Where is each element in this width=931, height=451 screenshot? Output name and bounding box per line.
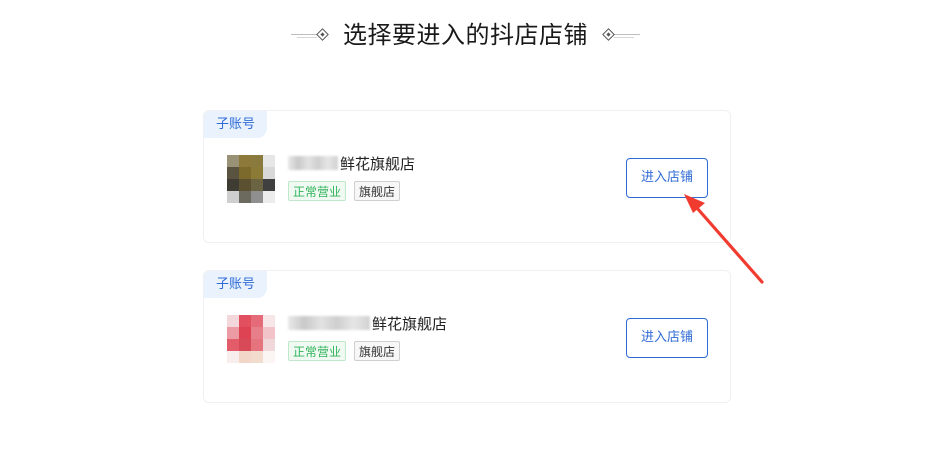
title-ornament-left-icon [291,28,331,42]
shop-badges: 正常营业 旗舰店 [288,181,401,201]
shop-type-badge: 旗舰店 [354,341,401,361]
page-title: 选择要进入的抖店店铺 [343,21,588,49]
shop-name: 鲜花旗舰店 [372,314,448,333]
enter-shop-button[interactable]: 进入店铺 [626,158,708,198]
account-type-tag: 子账号 [204,111,268,138]
shop-card: 子账号 鲜花旗舰店 正常营业 旗舰店 进入店铺 [203,110,731,243]
account-type-tag: 子账号 [204,271,268,298]
shop-avatar [227,315,275,363]
shop-avatar [227,155,275,203]
shop-name: 鲜花旗舰店 [340,154,416,173]
status-badge: 正常营业 [288,181,347,201]
shop-card: 子账号 鲜花旗舰店 正常营业 旗舰店 进入店铺 [203,270,731,403]
shop-badges: 正常营业 旗舰店 [288,341,401,361]
status-badge: 正常营业 [288,341,347,361]
redacted-shop-name-prefix [288,156,338,170]
redacted-shop-name-prefix [288,316,370,330]
title-ornament-right-icon [600,28,640,42]
shop-name-row: 鲜花旗舰店 [288,153,415,173]
enter-shop-button[interactable]: 进入店铺 [626,318,708,358]
shop-select-page: 选择要进入的抖店店铺 子账号 鲜花旗舰店 正常营业 旗舰店 进入店铺 子账号 鲜… [0,0,931,451]
shop-type-badge: 旗舰店 [354,181,401,201]
shop-name-row: 鲜花旗舰店 [288,313,447,333]
page-header: 选择要进入的抖店店铺 [0,18,931,52]
